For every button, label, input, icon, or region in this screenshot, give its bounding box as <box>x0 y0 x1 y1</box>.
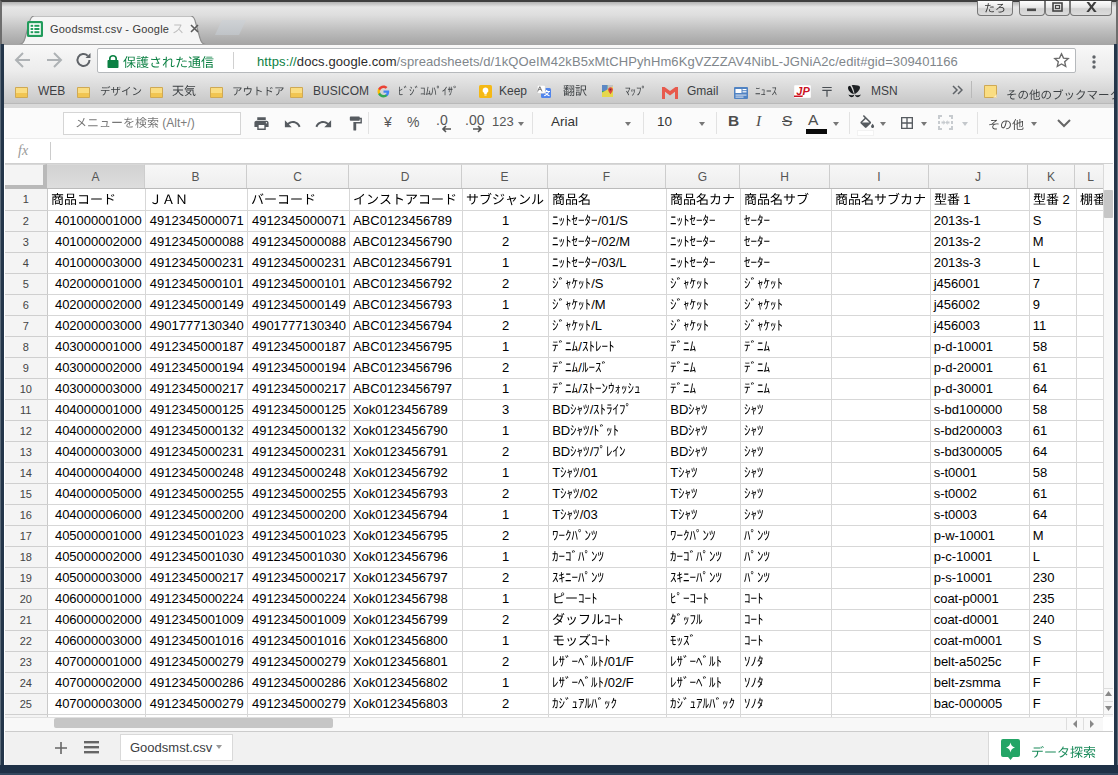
svg-text:JP: JP <box>796 85 810 97</box>
